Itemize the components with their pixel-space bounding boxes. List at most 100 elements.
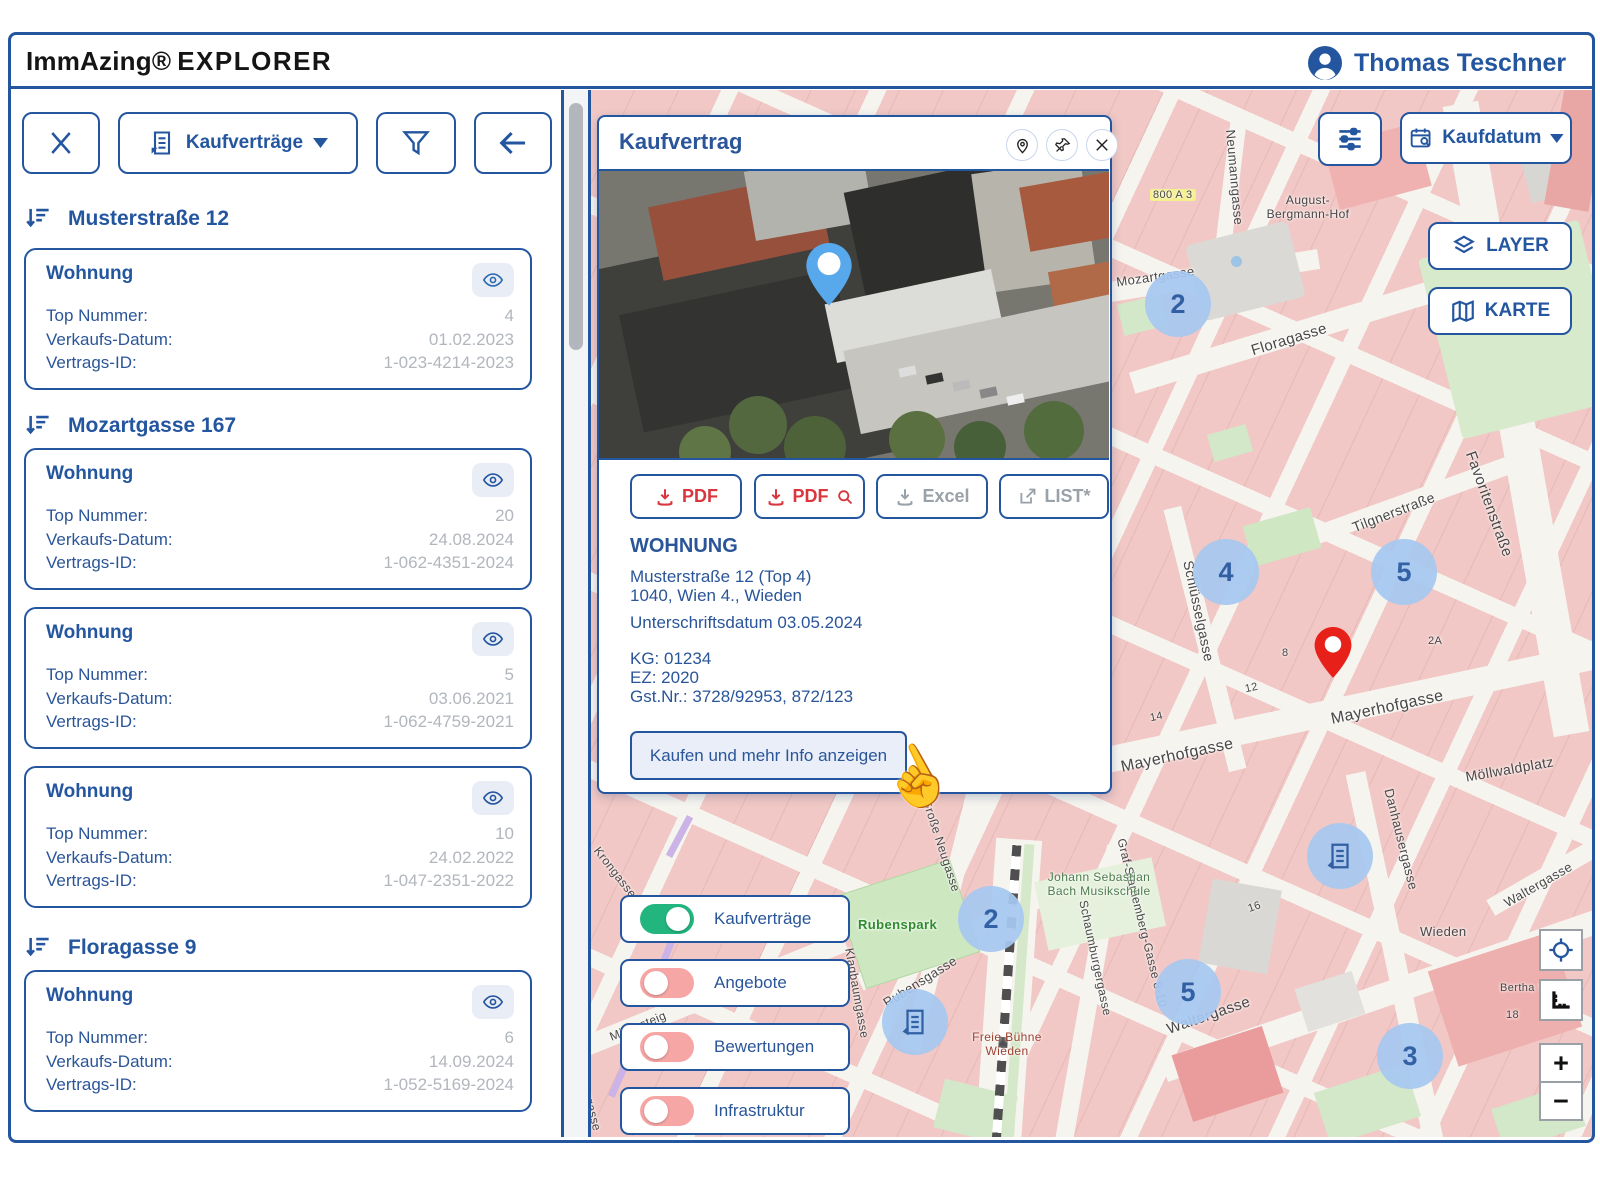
filter-button[interactable] xyxy=(376,112,456,174)
gst-nr-value: Gst.Nr.: 3728/92953, 872/123 xyxy=(630,687,853,706)
property-type: Wohnung xyxy=(46,463,133,485)
field-value: 1-023-4214-2023 xyxy=(384,351,514,375)
back-button[interactable] xyxy=(474,112,552,174)
toggle-switch-off[interactable] xyxy=(640,968,694,998)
property-card[interactable]: Wohnung Top Nummer:5 Verkaufs-Datum:03.0… xyxy=(24,607,532,749)
show-on-map-button[interactable] xyxy=(472,622,514,656)
popup-title: Kaufvertrag xyxy=(619,129,742,155)
brand-name: ImmAzing® xyxy=(26,46,171,76)
house-number: 8 xyxy=(1282,647,1289,659)
map-settings-button[interactable] xyxy=(1318,112,1382,166)
property-type: Wohnung xyxy=(46,622,133,644)
magnifier-icon xyxy=(835,487,855,507)
poi-label-park: Rubenspark xyxy=(858,917,937,932)
result-type-label: Kaufverträge xyxy=(186,132,303,154)
map-canvas[interactable]: Neumanngasse August-Bergmann-Hof Floraga… xyxy=(591,90,1592,1137)
eye-icon xyxy=(480,991,506,1013)
cluster-marker[interactable]: 5 xyxy=(1155,959,1221,1025)
field-value: 1-062-4759-2021 xyxy=(384,710,514,734)
sort-by-kaufdatum-button[interactable]: Kaufdatum xyxy=(1400,112,1572,164)
show-on-map-button[interactable] xyxy=(472,781,514,815)
document-marker[interactable] xyxy=(882,989,948,1055)
cluster-marker[interactable]: 4 xyxy=(1193,539,1259,605)
cluster-count: 5 xyxy=(1180,977,1195,1008)
cluster-count: 3 xyxy=(1402,1041,1417,1072)
unpin-button[interactable] xyxy=(1046,129,1078,161)
document-marker[interactable] xyxy=(1307,823,1373,889)
cluster-marker[interactable]: 3 xyxy=(1377,1023,1443,1089)
property-card[interactable]: Wohnung Top Nummer:10 Verkaufs-Datum:24.… xyxy=(24,766,532,908)
download-pdf-preview-button[interactable]: PDF xyxy=(754,474,865,519)
download-pdf-button[interactable]: PDF xyxy=(630,474,742,519)
address-line2: 1040, Wien 4., Wieden xyxy=(630,586,802,605)
show-on-map-button[interactable] xyxy=(472,985,514,1019)
signature-date: Unterschriftsdatum 03.05.2024 xyxy=(630,613,862,632)
show-on-map-button[interactable] xyxy=(472,263,514,297)
calendar-search-icon xyxy=(1408,125,1433,151)
cluster-marker[interactable]: 5 xyxy=(1371,539,1437,605)
toggle-switch-off[interactable] xyxy=(640,1096,694,1126)
buy-more-info-button[interactable]: Kaufen und mehr Info anzeigen xyxy=(630,731,907,780)
close-sidebar-button[interactable] xyxy=(22,112,100,174)
property-type: Wohnung xyxy=(46,263,133,285)
field-value: 1-062-4351-2024 xyxy=(384,551,514,575)
aerial-photo[interactable] xyxy=(599,169,1109,460)
center-on-map-button[interactable] xyxy=(1006,129,1038,161)
field-value: 5 xyxy=(505,663,514,687)
street-label: Möllwaldplatz xyxy=(1464,753,1555,784)
button-label: KARTE xyxy=(1485,300,1550,322)
locate-button[interactable] xyxy=(1539,929,1583,971)
external-link-icon xyxy=(1017,486,1038,507)
button-label: LIST* xyxy=(1044,486,1090,507)
measure-button[interactable] xyxy=(1539,979,1583,1021)
field-label: Top Nummer: xyxy=(46,504,148,528)
toggle-switch-off[interactable] xyxy=(640,1032,694,1062)
sort-descending-icon[interactable] xyxy=(25,412,52,439)
button-label: Kaufdatum xyxy=(1442,127,1541,149)
house-number: 18 xyxy=(1506,1009,1519,1021)
field-label: Verkaufs-Datum: xyxy=(46,687,173,711)
street-label: Wieden xyxy=(1420,924,1466,939)
street-label: August-Bergmann-Hof xyxy=(1262,194,1354,222)
group-header-mozartgasse: Mozartgasse 167 xyxy=(25,412,236,439)
sort-descending-icon[interactable] xyxy=(25,934,52,961)
crosshair-icon xyxy=(1547,936,1575,964)
location-pin-icon xyxy=(1013,136,1032,155)
close-popup-button[interactable] xyxy=(1086,129,1118,161)
karte-button[interactable]: KARTE xyxy=(1428,287,1572,335)
cluster-marker[interactable]: 2 xyxy=(1145,271,1211,337)
toggle-angebote[interactable]: Angebote xyxy=(620,959,850,1007)
field-label: Top Nummer: xyxy=(46,663,148,687)
house-number: 800 A 3 xyxy=(1150,189,1196,201)
result-type-selector[interactable]: Kaufverträge xyxy=(118,112,358,174)
button-label: PDF xyxy=(793,486,829,507)
zoom-out-button[interactable]: − xyxy=(1539,1081,1583,1121)
field-value: 4 xyxy=(505,304,514,328)
property-card[interactable]: Wohnung Top Nummer:4 Verkaufs-Datum:01.0… xyxy=(24,248,532,390)
document-icon xyxy=(1325,841,1355,871)
toggle-bewertungen[interactable]: Bewertungen xyxy=(620,1023,850,1071)
sort-descending-icon[interactable] xyxy=(25,205,52,232)
brand-suffix: EXPLORER xyxy=(177,46,332,76)
document-icon xyxy=(900,1007,930,1037)
toggle-label: Kaufverträge xyxy=(714,909,811,929)
user-menu[interactable]: Thomas Teschner xyxy=(1308,46,1566,80)
layer-button[interactable]: LAYER xyxy=(1428,222,1572,270)
open-list-button[interactable]: LIST* xyxy=(999,474,1109,519)
property-card[interactable]: Wohnung Top Nummer:20 Verkaufs-Datum:24.… xyxy=(24,448,532,590)
field-value: 24.08.2024 xyxy=(429,528,514,552)
cluster-marker[interactable]: 2 xyxy=(958,886,1024,952)
download-excel-button[interactable]: Excel xyxy=(876,474,988,519)
zoom-in-button[interactable]: + xyxy=(1539,1043,1583,1083)
close-icon xyxy=(1093,136,1111,154)
show-on-map-button[interactable] xyxy=(472,463,514,497)
toggle-kaufvertraege[interactable]: Kaufverträge xyxy=(620,895,850,943)
toggle-infrastruktur[interactable]: Infrastruktur xyxy=(620,1087,850,1135)
selected-location-pin[interactable] xyxy=(1313,627,1353,679)
property-card[interactable]: Wohnung Top Nummer:6 Verkaufs-Datum:14.0… xyxy=(24,970,532,1112)
field-label: Vertrags-ID: xyxy=(46,551,137,575)
street-label: Phorusgasse xyxy=(591,1057,604,1133)
scrollbar-thumb[interactable] xyxy=(569,103,583,350)
sidebar-scrollbar[interactable] xyxy=(561,90,591,1137)
toggle-switch-on[interactable] xyxy=(640,904,694,934)
